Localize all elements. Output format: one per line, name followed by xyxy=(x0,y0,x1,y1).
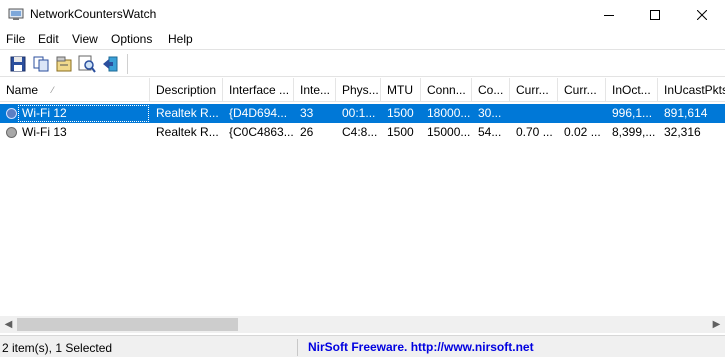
cell-in-octets: 996,1... xyxy=(612,106,653,120)
save-icon[interactable] xyxy=(9,55,27,73)
cell-current-2: 0.02 ... xyxy=(564,125,601,139)
column-header-current-2[interactable]: Curr... xyxy=(558,78,606,102)
close-icon xyxy=(697,9,707,20)
table-row[interactable]: Wi-Fi 13 Realtek R... {C0C4863... 26 C4:… xyxy=(0,123,725,142)
cell-description: Realtek R... xyxy=(156,106,219,120)
minimize-button[interactable] xyxy=(586,0,632,29)
cell-physical-address: 00:1... xyxy=(342,106,376,120)
status-divider xyxy=(297,339,298,356)
column-header-connection-speed[interactable]: Conn... xyxy=(421,78,472,102)
find-icon[interactable] xyxy=(78,55,96,73)
menu-help[interactable]: Help xyxy=(168,32,193,46)
close-button[interactable] xyxy=(679,0,725,29)
scroll-left-button[interactable]: ◀ xyxy=(0,316,17,333)
status-bar: 2 item(s), 1 Selected NirSoft Freeware. … xyxy=(0,335,725,357)
column-header-physical-address[interactable]: Phys... xyxy=(336,78,381,102)
cell-interface: {D4D694... xyxy=(229,106,288,120)
column-header-in-ucast-pkts[interactable]: InUcastPkts xyxy=(658,78,725,102)
cell-name: Wi-Fi 12 xyxy=(22,106,67,120)
cell-current-1: 0.70 ... xyxy=(516,125,553,139)
minimize-icon xyxy=(604,14,614,16)
nirsoft-link[interactable]: NirSoft Freeware. http://www.nirsoft.net xyxy=(308,340,534,354)
scrollbar-thumb[interactable] xyxy=(17,318,238,331)
cell-in-ucast-pkts: 891,614 xyxy=(664,106,708,120)
column-header-in-octets[interactable]: InOct... xyxy=(606,78,658,102)
exit-icon[interactable] xyxy=(101,55,119,73)
menu-edit[interactable]: Edit xyxy=(38,32,59,46)
cell-current-2 xyxy=(558,104,606,123)
column-label: Name xyxy=(6,83,39,97)
column-header-mtu[interactable]: MTU xyxy=(381,78,421,102)
cell-name: Wi-Fi 13 xyxy=(22,125,67,139)
status-item-count: 2 item(s), 1 Selected xyxy=(2,341,113,355)
cell-interface: {C0C4863... xyxy=(229,125,294,139)
menu-view[interactable]: View xyxy=(72,32,98,46)
chevron-left-icon: ◀ xyxy=(4,319,13,330)
menu-file[interactable]: File xyxy=(6,32,25,46)
title-bar: NetworkCountersWatch xyxy=(0,0,725,29)
cell-connection-speed: 15000... xyxy=(427,125,471,139)
maximize-button[interactable] xyxy=(632,0,678,29)
chevron-right-icon: ▶ xyxy=(712,319,721,330)
cell-interface-index: 33 xyxy=(300,106,314,120)
column-header-interface[interactable]: Interface ... xyxy=(223,78,294,102)
list-header: Name ⁄ Description Interface ... Inte...… xyxy=(0,78,725,102)
menu-options[interactable]: Options xyxy=(111,32,152,46)
column-header-connection[interactable]: Co... xyxy=(472,78,510,102)
cell-connection-speed: 18000... xyxy=(427,106,471,120)
cell-mtu: 1500 xyxy=(387,125,414,139)
cell-in-octets: 8,399,... xyxy=(612,125,656,139)
properties-icon[interactable] xyxy=(55,55,73,73)
column-header-name[interactable]: Name ⁄ xyxy=(0,78,150,102)
toolbar-separator xyxy=(127,54,128,74)
cell-current-1 xyxy=(510,104,558,123)
app-icon xyxy=(8,8,24,20)
cell-mtu: 1500 xyxy=(387,106,414,120)
menu-bar: File Edit View Options Help xyxy=(0,29,725,49)
scroll-right-button[interactable]: ▶ xyxy=(708,316,725,333)
table-row[interactable]: Wi-Fi 12 Realtek R... {D4D694... 33 00:1… xyxy=(0,104,725,123)
horizontal-scrollbar[interactable]: ◀ ▶ xyxy=(0,316,725,333)
cell-interface-index: 26 xyxy=(300,125,314,139)
maximize-icon xyxy=(650,9,660,20)
column-header-interface-index[interactable]: Inte... xyxy=(294,78,336,102)
sort-indicator-icon: ⁄ xyxy=(52,85,54,95)
toolbar xyxy=(0,49,725,77)
window-title: NetworkCountersWatch xyxy=(30,7,157,21)
copy-icon[interactable] xyxy=(32,55,50,73)
column-header-current-1[interactable]: Curr... xyxy=(510,78,558,102)
cell-connection: 54... xyxy=(478,125,502,139)
cell-description: Realtek R... xyxy=(156,125,219,139)
column-header-description[interactable]: Description xyxy=(150,78,223,102)
cell-connection: 30... xyxy=(478,106,502,120)
counters-list[interactable]: Name ⁄ Description Interface ... Inte...… xyxy=(0,78,725,316)
cell-physical-address: C4:8... xyxy=(342,125,378,139)
cell-in-ucast-pkts: 32,316 xyxy=(664,125,701,139)
